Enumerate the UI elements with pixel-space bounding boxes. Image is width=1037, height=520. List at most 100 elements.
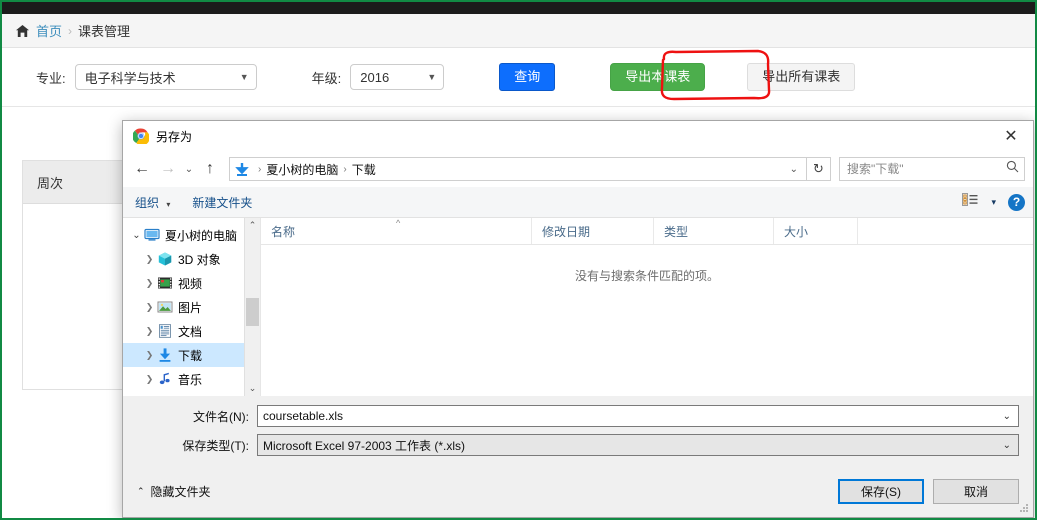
filter-toolbar: 专业: 电子科学与技术 ▼ 年级: 2016 ▼ 查询 导出本课表 导出所有课表 [2, 48, 1035, 107]
tree-item-0[interactable]: ⌄ 夏小树的电脑 [123, 223, 260, 247]
export-current-timetable-button[interactable]: 导出本课表 [610, 63, 706, 91]
screen-root: 首页 › 课表管理 专业: 电子科学与技术 ▼ 年级: 2016 ▼ 查询 导出… [0, 0, 1037, 520]
tree-item-label: 文档 [178, 324, 203, 339]
chevron-right-icon[interactable]: ❯ [142, 254, 157, 265]
address-crumb-downloads[interactable]: 下载 [352, 161, 376, 178]
tree-item-1[interactable]: ❯ 3D 对象 [123, 247, 260, 271]
search-icon [1006, 160, 1019, 178]
filetype-label: 保存类型(T): [182, 438, 249, 453]
major-select[interactable]: 电子科学与技术 ▼ [74, 64, 257, 90]
navigation-tree: ⌄ 夏小树的电脑 ❯ 3D 对象 ❯ 视频 ❯ 图片 ❯ 文档 ❯ 下载 ❯ 音乐 ⌃ ⌄ [123, 218, 261, 396]
chevron-down-icon[interactable]: ⌄ [129, 230, 144, 241]
filetype-combobox[interactable]: Microsoft Excel 97-2003 工作表 (*.xls) ⌄ [257, 434, 1019, 456]
dialog-footer: ⌃ 隐藏文件夹 保存(S) 取消 [123, 465, 1033, 517]
organize-label: 组织 [135, 195, 160, 210]
tree-item-5[interactable]: ❯ 下载 [123, 343, 260, 367]
tree-item-6[interactable]: ❯ 音乐 [123, 367, 260, 391]
column-header-size[interactable]: 大小 [774, 218, 858, 244]
filename-row: 文件名(N): coursetable.xls ⌄ [137, 405, 1019, 427]
filename-label: 文件名(N): [193, 409, 249, 424]
breadcrumb-home-link[interactable]: 首页 [36, 21, 62, 40]
chevron-right-icon[interactable]: ❯ [142, 350, 157, 361]
new-folder-button[interactable]: 新建文件夹 [192, 194, 252, 211]
chevron-right-icon[interactable]: ❯ [142, 302, 157, 313]
tree-item-4[interactable]: ❯ 文档 [123, 319, 260, 343]
grade-select-value: 2016 [360, 69, 390, 85]
tree-item-label: 图片 [178, 300, 203, 315]
column-header-name[interactable]: ^ 名称 [261, 218, 532, 244]
pictures-icon [157, 299, 173, 315]
dialog-title: 另存为 [156, 129, 193, 144]
tree-item-2[interactable]: ❯ 视频 [123, 271, 260, 295]
chevron-right-icon[interactable]: ❯ [142, 278, 157, 289]
resize-grip-icon[interactable] [1018, 502, 1030, 514]
arrow-up-icon[interactable]: ↑ [197, 156, 223, 182]
documents-icon [157, 323, 173, 339]
app-top-bar [2, 2, 1035, 14]
scrollbar-track[interactable] [245, 233, 260, 381]
chevron-right-icon[interactable]: ❯ [142, 326, 157, 337]
search-input[interactable] [845, 161, 1006, 177]
cancel-button[interactable]: 取消 [933, 478, 1019, 504]
close-icon[interactable]: ✕ [989, 121, 1033, 151]
address-bar[interactable]: › 夏小树的电脑 › 下载 ⌄ [229, 157, 807, 181]
file-list-column-headers: ^ 名称 修改日期 类型 大小 [261, 218, 1033, 245]
view-options-icon[interactable] [962, 193, 979, 211]
chevron-down-icon[interactable]: ⌄ [998, 440, 1016, 451]
hide-folders-label: 隐藏文件夹 [150, 484, 211, 499]
videos-icon [157, 275, 173, 291]
breadcrumb: 首页 › 课表管理 [2, 14, 1035, 48]
chevron-down-icon[interactable]: ⌄ [181, 156, 197, 182]
filetype-row: 保存类型(T): Microsoft Excel 97-2003 工作表 (*.… [137, 434, 1019, 456]
column-header-week: 周次 [37, 175, 64, 191]
address-separator: › [258, 163, 262, 175]
chevron-down-icon[interactable]: ⌄ [790, 164, 802, 175]
organize-menu-button[interactable]: 组织 ▾ [135, 194, 170, 211]
tree-scrollbar[interactable]: ⌃ ⌄ [244, 218, 260, 396]
dialog-fields: 文件名(N): coursetable.xls ⌄ 保存类型(T): Micro… [123, 396, 1033, 465]
tree-item-label: 下载 [178, 348, 203, 363]
dialog-title-bar: 另存为 ✕ [123, 121, 1033, 151]
help-icon[interactable]: ? [1008, 193, 1025, 211]
dialog-navigation-bar: ← → ⌄ ↑ › 夏小树的电脑 › 下载 ⌄ ↻ [123, 151, 1033, 187]
file-list-pane: ^ 名称 修改日期 类型 大小 没有与搜索条件匹配的项。 [261, 218, 1033, 396]
save-as-dialog: 另存为 ✕ ← → ⌄ ↑ › 夏小树的电脑 › 下载 ⌄ ↻ 搜索"下载" 组… [122, 120, 1034, 518]
query-button[interactable]: 查询 [499, 63, 556, 91]
dialog-body: ⌄ 夏小树的电脑 ❯ 3D 对象 ❯ 视频 ❯ 图片 ❯ 文档 ❯ 下载 ❯ 音乐 ⌃ ⌄ ^ 名称 [123, 218, 1033, 396]
scroll-down-icon[interactable]: ⌄ [249, 381, 257, 396]
scrollbar-thumb[interactable] [246, 298, 259, 327]
grade-select[interactable]: 2016 ▼ [350, 64, 445, 90]
breadcrumb-current: 课表管理 [78, 24, 131, 39]
chrome-icon [132, 128, 150, 146]
column-header-type-label: 类型 [664, 224, 689, 239]
chevron-down-icon: ▾ [166, 199, 171, 209]
column-header-date-label: 修改日期 [542, 224, 591, 239]
search-box[interactable] [839, 157, 1025, 181]
refresh-icon[interactable]: ↻ [807, 157, 831, 181]
downloads-icon [157, 347, 173, 363]
tree-item-label: 视频 [178, 276, 203, 291]
breadcrumb-separator: › [68, 23, 73, 38]
arrow-left-icon[interactable]: ← [129, 156, 155, 182]
address-separator: › [343, 163, 347, 175]
address-crumb-computer[interactable]: 夏小树的电脑 [266, 161, 338, 178]
tree-item-label: 3D 对象 [178, 252, 221, 267]
filename-combobox[interactable]: coursetable.xls ⌄ [257, 405, 1019, 427]
column-header-name-label: 名称 [271, 224, 296, 239]
tree-item-3[interactable]: ❯ 图片 [123, 295, 260, 319]
hide-folders-toggle[interactable]: ⌃ 隐藏文件夹 [137, 483, 211, 500]
3d-objects-icon [157, 251, 173, 267]
filetype-value: Microsoft Excel 97-2003 工作表 (*.xls) [263, 438, 466, 453]
tree-item-label: 音乐 [178, 372, 203, 387]
save-button[interactable]: 保存(S) [838, 478, 924, 504]
filename-input[interactable]: coursetable.xls [263, 409, 998, 423]
scroll-up-icon[interactable]: ⌃ [249, 218, 257, 233]
chevron-right-icon[interactable]: ❯ [142, 374, 157, 385]
sort-ascending-icon: ^ [396, 218, 401, 228]
export-all-timetables-button[interactable]: 导出所有课表 [747, 63, 856, 91]
column-header-date[interactable]: 修改日期 [532, 218, 654, 244]
column-header-size-label: 大小 [784, 224, 809, 239]
column-header-type[interactable]: 类型 [654, 218, 774, 244]
chevron-down-icon[interactable]: ▾ [991, 197, 996, 208]
chevron-down-icon[interactable]: ⌄ [998, 411, 1016, 422]
